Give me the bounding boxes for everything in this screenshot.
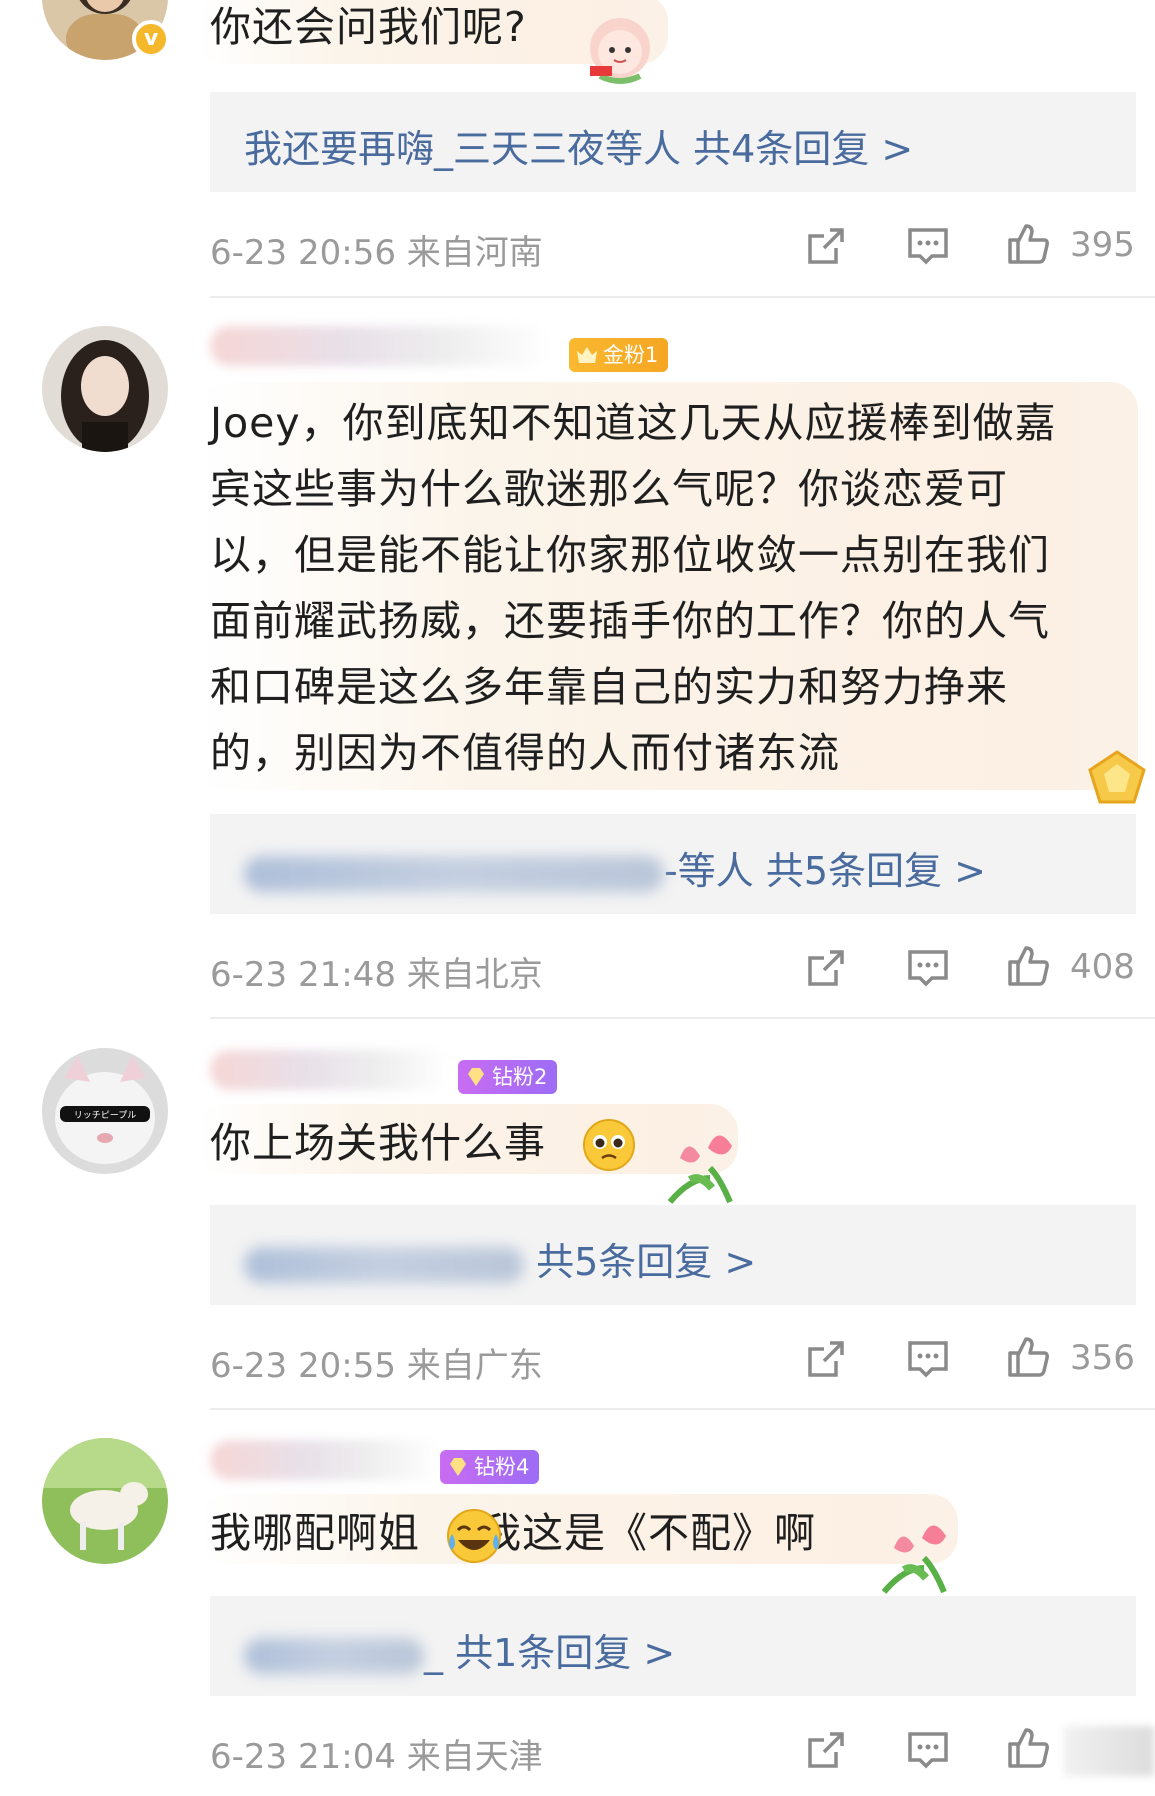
reply-summary[interactable]: 共5条回复 >: [210, 1205, 1136, 1305]
comment-location: 来自北京: [406, 955, 543, 995]
avatar[interactable]: [42, 1438, 168, 1564]
comment-meta: 6-23 20:55 来自广东: [210, 1338, 543, 1387]
divider: [210, 1408, 1155, 1410]
comment-location: 来自河南: [406, 233, 543, 273]
like-count: 408: [1070, 947, 1135, 987]
reply-count[interactable]: 共5条回复 >: [536, 1240, 756, 1284]
like-count: 395: [1070, 225, 1135, 265]
thumbs-up-icon[interactable]: [1004, 1724, 1052, 1772]
fan-badge-label: 金粉1: [603, 343, 659, 367]
crying-laughing-emoji-icon: [446, 1508, 502, 1564]
thumbs-up-icon[interactable]: [1004, 942, 1052, 990]
comment-text-body: 你上场关我什么事: [210, 1119, 546, 1167]
avatar-overlay-text: リッチピープル: [74, 1110, 136, 1121]
diamond-icon: [450, 1458, 466, 1476]
reply-username-blurred[interactable]: [244, 1246, 524, 1283]
avatar[interactable]: リッチピープル: [42, 1048, 168, 1174]
reply-count[interactable]: 共1条回复 >: [455, 1631, 675, 1675]
comment-text-part-2: 我这是《不配》啊: [480, 1509, 816, 1557]
comment-meta: 6-23 21:48 来自北京: [210, 947, 543, 996]
comment-icon[interactable]: [904, 1335, 952, 1383]
fan-badge: 金粉1: [569, 338, 669, 372]
thumbs-up-icon[interactable]: [1004, 220, 1052, 268]
crown-icon: [577, 347, 597, 363]
share-icon[interactable]: [802, 1726, 850, 1774]
comment-date: 6-23 21:04: [210, 1737, 396, 1777]
gold-gem-sticker-icon: [1082, 748, 1152, 808]
fan-badge-label: 钻粉4: [474, 1455, 530, 1479]
comment-text: 我哪配啊姐 我这是《不配》啊: [210, 1500, 816, 1566]
username-blurred[interactable]: [210, 1440, 440, 1480]
comment-icon[interactable]: [904, 222, 952, 270]
comment-date: 6-23 20:55: [210, 1346, 396, 1386]
fan-badge: 钻粉2: [458, 1060, 558, 1094]
share-icon[interactable]: [802, 1335, 850, 1383]
pleading-face-emoji-icon: [582, 1118, 636, 1172]
username-blurred[interactable]: [210, 1050, 450, 1090]
tulip-sticker-icon: [660, 1118, 754, 1204]
comment-meta: 6-23 21:04 来自天津: [210, 1729, 543, 1778]
comment-meta: 6-23 20:56 来自河南: [210, 225, 543, 274]
comment-text: Joey，你到底知不知道这几天从应援棒到做嘉宾这些事为什么歌迷那么气呢？你谈恋爱…: [210, 399, 1057, 777]
divider: [210, 1017, 1155, 1019]
comment-date: 6-23 20:56: [210, 233, 396, 273]
comment-text: 你上场关我什么事: [210, 1110, 546, 1176]
fan-badge-label: 钻粉2: [492, 1065, 548, 1089]
peach-sticker-icon: [580, 6, 660, 86]
reply-suffix: _: [424, 1631, 443, 1675]
reply-summary[interactable]: 我还要再嗨_三天三夜等人 共4条回复 >: [210, 92, 1136, 192]
comment-location: 来自广东: [406, 1346, 543, 1386]
tulip-sticker-icon: [874, 1508, 968, 1594]
fan-badge: 钻粉4: [440, 1450, 540, 1484]
reply-summary-text[interactable]: 我还要再嗨_三天三夜等人 共4条回复 >: [244, 118, 913, 173]
username-blurred[interactable]: [210, 326, 550, 366]
share-icon[interactable]: [802, 222, 850, 270]
verified-v-badge-icon: v: [132, 20, 170, 58]
reply-suffix: -等人: [664, 849, 754, 893]
divider: [210, 296, 1155, 298]
like-count-obscured: [1064, 1726, 1154, 1776]
comment-icon[interactable]: [904, 1726, 952, 1774]
comment-text-part-1: 我哪配啊姐: [210, 1509, 420, 1557]
comment-icon[interactable]: [904, 944, 952, 992]
share-icon[interactable]: [802, 944, 850, 992]
reply-summary[interactable]: -等人 共5条回复 >: [210, 814, 1136, 914]
reply-summary[interactable]: _ 共1条回复 >: [210, 1596, 1136, 1696]
comment-text: 你还会问我们呢?: [210, 3, 527, 51]
comment-location: 来自天津: [406, 1737, 543, 1777]
reply-username-blurred[interactable]: [244, 855, 664, 892]
comment-date: 6-23 21:48: [210, 955, 396, 995]
like-count: 356: [1070, 1338, 1135, 1378]
reply-count[interactable]: 共5条回复 >: [766, 849, 986, 893]
avatar[interactable]: [42, 326, 168, 452]
diamond-icon: [468, 1068, 484, 1086]
reply-username-blurred[interactable]: [244, 1637, 424, 1674]
thumbs-up-icon[interactable]: [1004, 1333, 1052, 1381]
